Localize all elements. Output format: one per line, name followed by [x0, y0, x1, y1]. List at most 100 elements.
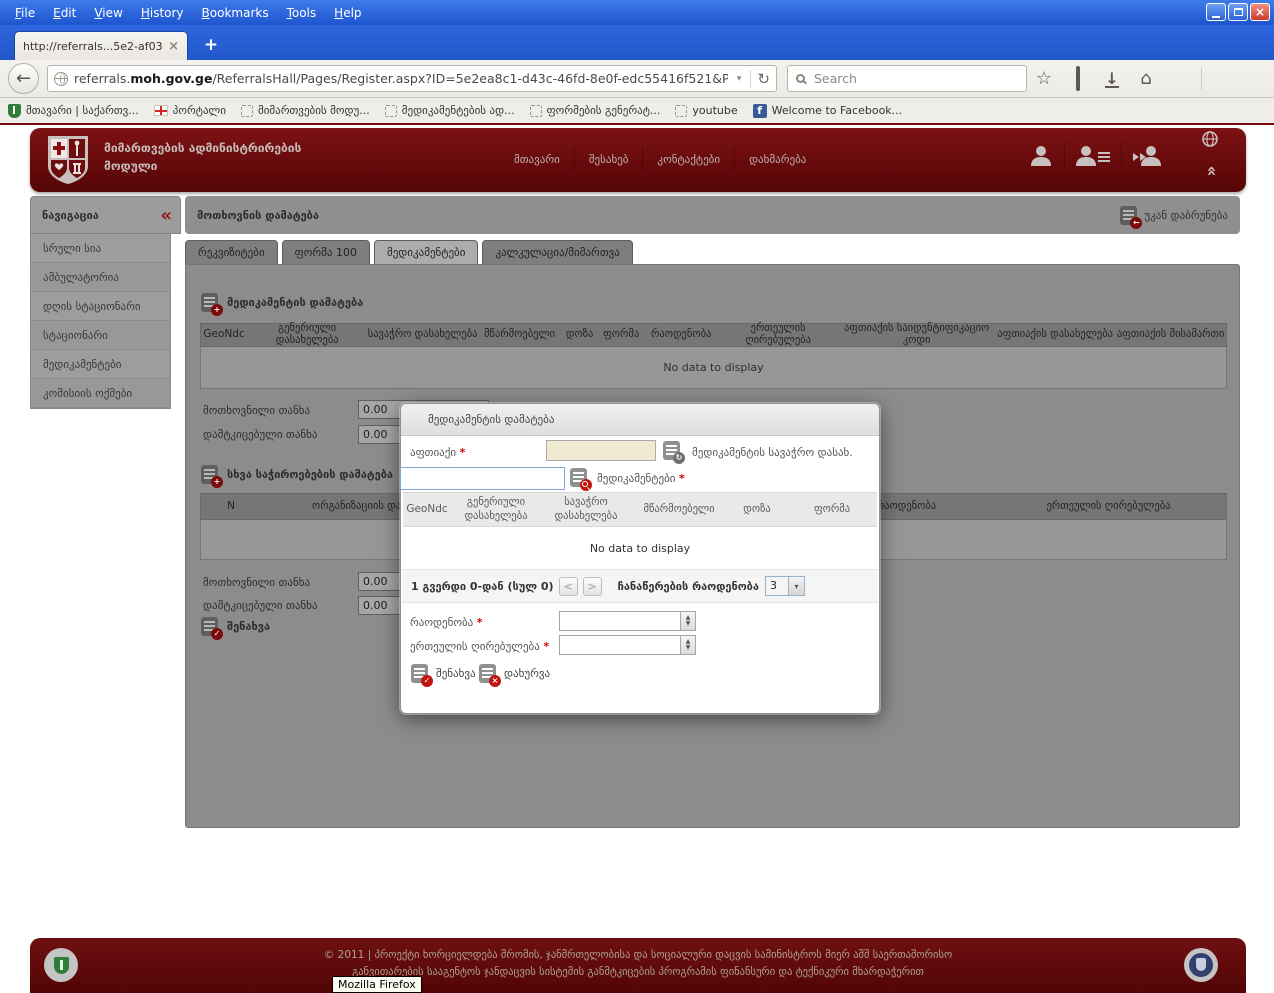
user-list-button[interactable] — [1064, 143, 1121, 167]
close-window-button[interactable]: × — [1250, 3, 1270, 21]
modal-title-bar[interactable]: მედიკამენტის დამატება — [401, 404, 879, 436]
unit-price-stepper[interactable]: ▲▼ — [559, 635, 696, 655]
medication-search-button[interactable] — [570, 468, 587, 487]
menu-tools[interactable]: Tools — [278, 3, 326, 23]
search-bar[interactable] — [787, 65, 1027, 92]
downloads-button[interactable]: ↓ — [1095, 69, 1129, 89]
sidebar-collapse-icon[interactable]: « — [160, 205, 169, 226]
minimize-button[interactable] — [1206, 3, 1226, 21]
bookmark-item[interactable]: მედიკამენტების ად... — [385, 104, 515, 117]
sidebar-item-ambulatory[interactable]: ამბულატორია — [31, 263, 170, 292]
column-header[interactable]: ფორმა — [787, 503, 877, 516]
url-bar[interactable]: referrals.moh.gov.ge/ReferralsHall/Pages… — [47, 65, 777, 92]
column-header[interactable]: დოზა — [561, 329, 598, 341]
chevron-down-icon[interactable]: ▾ — [788, 577, 804, 595]
menu-bookmarks[interactable]: Bookmarks — [193, 3, 278, 23]
column-header[interactable]: მწარმოებელი — [478, 329, 561, 341]
unit-price-input[interactable] — [560, 636, 695, 654]
column-header[interactable]: ფორმა — [598, 329, 644, 341]
approved-amount-label: დამტკიცებული თანხა — [203, 599, 318, 612]
user-profile-button[interactable] — [1018, 143, 1064, 167]
column-header[interactable]: დოზა — [727, 503, 787, 516]
pharmacy-lookup-button[interactable]: ↻ — [663, 441, 680, 460]
scroll-top-icon[interactable]: « — [1202, 166, 1222, 175]
column-header[interactable]: აფთიაქის საიდენტიფიკაციო კოდი — [838, 323, 995, 346]
back-to-list-button[interactable]: ← უკან დაბრუნება — [1120, 206, 1228, 225]
close-badge-icon: × — [489, 675, 501, 687]
modal-close-button[interactable]: × დახურვა — [479, 664, 550, 683]
spinner-icon[interactable]: ▲▼ — [680, 636, 695, 654]
bookmark-item[interactable]: პორტალი — [154, 104, 226, 117]
pharmacy-hint: მედიკამენტის სავაჭრო დასახ. — [692, 446, 853, 459]
nav-help[interactable]: დახმარება — [734, 147, 820, 172]
back-icon: ← — [16, 68, 31, 89]
back-doc-icon: ← — [1120, 206, 1137, 225]
quantity-stepper[interactable]: ▲▼ — [559, 611, 696, 631]
nav-contacts[interactable]: კონტაქტები — [642, 147, 734, 172]
column-header[interactable]: სავაჭრო დასახელება — [541, 496, 631, 522]
sidebar-item-full-list[interactable]: სრული სია — [31, 234, 170, 263]
bookmark-item[interactable]: youtube — [675, 104, 737, 117]
home-button[interactable]: ⌂ — [1129, 69, 1163, 89]
quantity-input[interactable] — [560, 612, 695, 630]
menu-view[interactable]: View — [85, 3, 131, 23]
nav-home[interactable]: მთავარი — [500, 147, 574, 172]
bookmark-item[interactable]: fWelcome to Facebook... — [753, 104, 903, 118]
nav-about[interactable]: შესახებ — [574, 147, 643, 172]
column-header[interactable]: მწარმოებელი — [631, 503, 727, 516]
medication-search-input[interactable] — [400, 467, 565, 490]
language-globe-icon[interactable] — [1202, 131, 1218, 147]
url-dropdown-icon[interactable]: ▾ — [734, 74, 745, 84]
new-tab-button[interactable]: + — [198, 33, 224, 57]
sidebar-item-medications[interactable]: მედიკამენტები — [31, 350, 170, 379]
column-header[interactable]: GeoNdc — [403, 503, 451, 516]
tab-form-100[interactable]: ფორმა 100 — [282, 240, 370, 265]
restore-button[interactable] — [1228, 3, 1248, 21]
modal-save-button[interactable]: ✓ შენახვა — [411, 664, 476, 683]
pager-next-button[interactable]: > — [583, 577, 602, 596]
column-header[interactable]: გენერიული დასახელება — [451, 496, 541, 522]
sidebar-item-day-hospital[interactable]: დღის სტაციონარი — [31, 292, 170, 321]
column-header[interactable]: სავაჭრო დასახელება — [367, 329, 478, 341]
column-header[interactable]: GeoNdc — [201, 329, 247, 341]
tab-calculation[interactable]: კალკულაცია/მიმართვა — [482, 240, 632, 265]
add-medication-section-button[interactable]: + მედიკამენტის დამატება — [201, 293, 363, 312]
back-button[interactable]: ← — [8, 63, 39, 94]
bookmark-item[interactable]: მიმართვების მოდუ... — [241, 104, 370, 117]
pharmacy-input[interactable] — [546, 440, 656, 461]
modal-table-header: GeoNdc გენერიული დასახელება სავაჭრო დასა… — [403, 492, 877, 527]
sidebar-item-commission-protocols[interactable]: კომისიის ოქმები — [31, 379, 170, 408]
browser-tab[interactable]: http://referrals...5e2-af034dd4539d × — [14, 31, 188, 60]
bookmark-item[interactable]: მთავარი | საქართვ... — [8, 104, 139, 118]
column-header[interactable]: ერთეულის ღირებულება — [718, 323, 838, 346]
column-header[interactable]: აფთიაქის დასახელება — [995, 329, 1115, 341]
bookmark-item[interactable]: ფორმების გენერატ... — [530, 104, 661, 117]
column-header[interactable]: გენერიული დასახელება — [247, 323, 367, 346]
shield-icon — [8, 104, 21, 118]
placeholder-favicon-icon — [385, 105, 397, 117]
column-header[interactable]: ერთეულის ღირებულება — [991, 501, 1226, 513]
column-header[interactable]: N — [201, 501, 261, 513]
menu-history[interactable]: History — [132, 3, 193, 23]
menu-file[interactable]: File — [6, 3, 44, 23]
tab-requisites[interactable]: რეკვიზიტები — [185, 240, 278, 265]
menu-edit[interactable]: Edit — [44, 3, 85, 23]
sidebar-item-hospital[interactable]: სტაციონარი — [31, 321, 170, 350]
menu-help[interactable]: Help — [325, 3, 370, 23]
bookmark-star-button[interactable]: ☆ — [1027, 69, 1061, 89]
column-header[interactable]: რაოდენობა — [644, 329, 718, 341]
column-header[interactable]: აფთიაქის მისამართი — [1115, 329, 1226, 341]
pager-prev-button[interactable]: < — [559, 577, 578, 596]
bookmarks-panel-button[interactable] — [1061, 69, 1095, 89]
add-other-needs-section-button[interactable]: + სხვა საჭიროებების დამატება — [201, 465, 393, 484]
reload-icon[interactable]: ↻ — [750, 70, 770, 88]
tab-close-icon[interactable]: × — [168, 39, 179, 54]
page-size-select[interactable]: 3 ▾ — [765, 576, 805, 596]
save-request-button[interactable]: ✓ შენახვა — [201, 617, 270, 636]
pharmacy-label: აფთიაქი * — [410, 446, 465, 459]
logout-button[interactable] — [1121, 143, 1174, 167]
browser-window: File Edit View History Bookmarks Tools H… — [0, 0, 1274, 993]
tab-medications[interactable]: მედიკამენტები — [374, 240, 478, 265]
search-input[interactable] — [812, 70, 1018, 87]
spinner-icon[interactable]: ▲▼ — [680, 612, 695, 630]
